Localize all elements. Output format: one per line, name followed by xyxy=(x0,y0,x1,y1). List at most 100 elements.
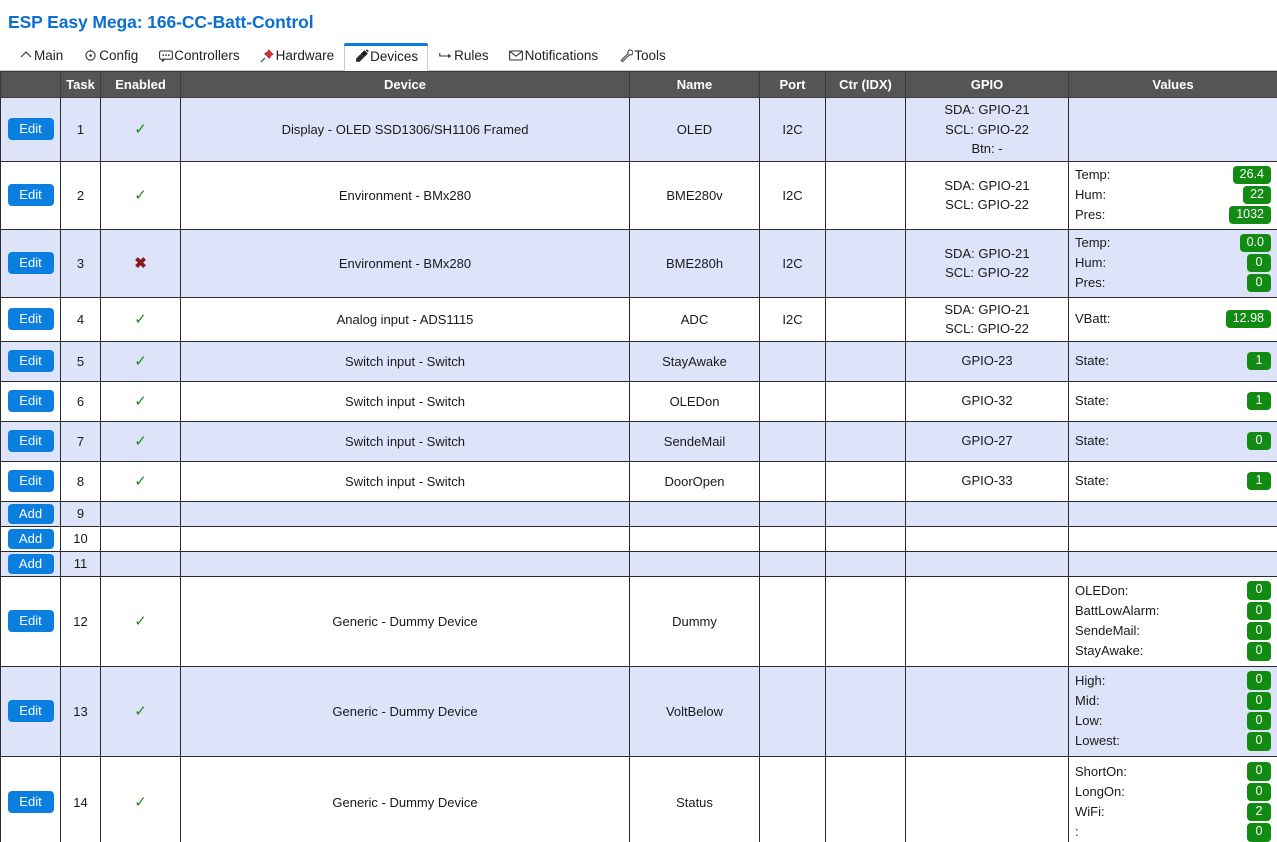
value-row: BattLowAlarm: 0 xyxy=(1075,601,1271,621)
tab-label: Config xyxy=(99,48,139,63)
port-value xyxy=(759,340,826,382)
check-icon: ✓ xyxy=(134,702,147,720)
task-number: 13 xyxy=(60,665,101,757)
device-name: Generic - Dummy Device xyxy=(180,575,630,667)
table-row: Edit 1 ✓ Display - OLED SSD1306/SH1106 Fram… xyxy=(0,97,1277,162)
task-number: 5 xyxy=(60,340,101,382)
port-value xyxy=(759,575,826,667)
tab-config[interactable]: Config xyxy=(73,42,148,70)
tab-rules[interactable]: Rules xyxy=(428,42,499,70)
value-badge: 0.0 xyxy=(1239,233,1271,253)
edit-button[interactable]: Edit xyxy=(7,390,54,412)
task-name: BME280h xyxy=(629,228,760,298)
action-cell: Edit xyxy=(0,665,61,757)
table-row: Edit 4 ✓ Analog input - ADS1115 ADC I2C SDA: G… xyxy=(0,296,1277,342)
edit-button[interactable]: Edit xyxy=(7,350,54,372)
value-badge: 0 xyxy=(1247,621,1271,641)
table-row: Add 11 xyxy=(0,550,1277,577)
gpio-cell xyxy=(905,575,1069,667)
gpio-cell: SDA: GPIO-21 SCL: GPIO-22 xyxy=(905,296,1069,342)
check-icon: ✓ xyxy=(134,472,147,490)
value-row: High: 0 xyxy=(1075,671,1271,691)
values-cell: State: 1 xyxy=(1068,340,1277,382)
table-row: Edit 2 ✓ Environment - BMx280 BME280v I2C SDA:… xyxy=(0,160,1277,230)
gpio-cell: GPIO-23 xyxy=(905,340,1069,382)
values-cell: Temp: 0.0 Hum: 0 Pres: 0 xyxy=(1068,228,1277,298)
tab-notifications[interactable]: Notifications xyxy=(499,42,609,70)
ctr-idx-value xyxy=(825,460,906,502)
table-header: Task Enabled Device Name Port Ctr (IDX) GPIO Va… xyxy=(0,71,1277,98)
ctr-idx-value xyxy=(825,575,906,667)
value-label: LongOn: xyxy=(1075,783,1125,799)
edit-button[interactable]: Edit xyxy=(7,184,54,206)
check-icon: ✓ xyxy=(134,310,147,328)
check-icon: ✓ xyxy=(134,392,147,410)
task-name: ADC xyxy=(629,296,760,342)
tab-tools[interactable]: Tools xyxy=(608,42,676,70)
value-label: Temp: xyxy=(1075,166,1111,182)
action-cell: Add xyxy=(0,550,61,577)
value-badge: 0 xyxy=(1247,671,1271,691)
ctr-idx-value xyxy=(825,525,906,552)
value-row: SendeMail: 0 xyxy=(1075,621,1271,641)
edit-button[interactable]: Edit xyxy=(7,610,54,632)
value-badge: 1 xyxy=(1247,351,1271,371)
add-button[interactable]: Add xyxy=(7,503,54,524)
device-name: Switch input - Switch xyxy=(180,460,630,502)
task-name xyxy=(629,500,760,527)
check-icon: ✓ xyxy=(134,612,147,630)
value-badge: 0 xyxy=(1247,641,1271,661)
port-value xyxy=(759,665,826,757)
tab-main[interactable]: Main xyxy=(8,42,73,70)
edit-button[interactable]: Edit xyxy=(7,700,54,722)
ctr-idx-value xyxy=(825,228,906,298)
edit-button[interactable]: Edit xyxy=(7,430,54,452)
enabled-cell: ✓ xyxy=(100,296,181,342)
value-row: Low: 0 xyxy=(1075,711,1271,731)
plug-icon xyxy=(354,49,369,63)
value-badge: 2 xyxy=(1247,802,1271,822)
table-row: Add 10 xyxy=(0,525,1277,552)
tab-hardware[interactable]: Hardware xyxy=(250,42,345,70)
value-label: Pres: xyxy=(1075,275,1106,291)
value-row: Lowest: 0 xyxy=(1075,731,1271,751)
edit-button[interactable]: Edit xyxy=(7,470,54,492)
add-button[interactable]: Add xyxy=(7,553,54,574)
task-number: 6 xyxy=(60,380,101,422)
value-badge: 0 xyxy=(1247,581,1271,601)
action-cell: Edit xyxy=(0,460,61,502)
tab-label: Hardware xyxy=(275,48,335,63)
port-value xyxy=(759,755,826,842)
value-row: Hum: 22 xyxy=(1075,185,1271,205)
ctr-idx-value xyxy=(825,500,906,527)
device-name xyxy=(180,500,630,527)
column-header-port: Port xyxy=(759,71,826,98)
tab-controllers[interactable]: Controllers xyxy=(148,42,249,70)
device-name: Environment - BMx280 xyxy=(180,228,630,298)
edit-button[interactable]: Edit xyxy=(7,118,54,141)
add-button[interactable]: Add xyxy=(7,528,54,549)
edit-button[interactable]: Edit xyxy=(7,308,54,330)
task-number: 9 xyxy=(60,500,101,527)
check-icon: ✓ xyxy=(134,352,147,370)
enabled-cell: ✓ xyxy=(100,755,181,842)
value-label: OLEDon: xyxy=(1075,582,1129,598)
task-name: DoorOpen xyxy=(629,460,760,502)
tab-label: Main xyxy=(34,48,64,63)
value-badge: 0 xyxy=(1247,431,1271,451)
action-cell: Edit xyxy=(0,160,61,230)
edit-button[interactable]: Edit xyxy=(7,252,54,274)
gpio-cell: GPIO-32 xyxy=(905,380,1069,422)
enabled-cell: ✓ xyxy=(100,575,181,667)
table-row: Edit 6 ✓ Switch input - Switch OLEDon GPIO-32… xyxy=(0,380,1277,422)
task-number: 11 xyxy=(60,550,101,577)
device-name: Display - OLED SSD1306/SH1106 Framed xyxy=(180,97,630,162)
tab-devices[interactable]: Devices xyxy=(344,43,429,71)
values-cell: State: 1 xyxy=(1068,460,1277,502)
enabled-cell: ✓ xyxy=(100,460,181,502)
value-row: :0 xyxy=(1075,822,1271,842)
ctr-idx-value xyxy=(825,380,906,422)
gpio-cell xyxy=(905,500,1069,527)
value-badge: 0 xyxy=(1247,762,1271,782)
edit-button[interactable]: Edit xyxy=(7,791,54,813)
